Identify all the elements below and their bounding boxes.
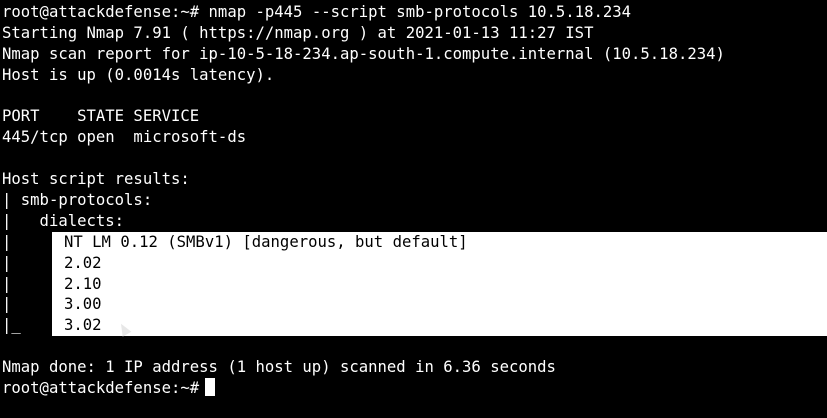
- output-start-line: Starting Nmap 7.91 ( https://nmap.org ) …: [2, 23, 594, 42]
- dialect-value: 2.02: [64, 253, 102, 272]
- dialect-row[interactable]: | 3.00: [0, 294, 827, 315]
- shell-prompt: root@attackdefense:~#: [2, 379, 200, 398]
- text-cursor: [205, 378, 216, 397]
- dialect-gutter: |: [2, 274, 12, 293]
- dialect-value: 3.02: [64, 316, 102, 335]
- dialect-row[interactable]: | 2.02: [0, 253, 827, 274]
- smb-protocols-line: | smb-protocols:: [2, 191, 153, 210]
- final-prompt-line[interactable]: root@attackdefense:~#: [0, 378, 827, 399]
- dialects-label-line: | dialects:: [2, 211, 125, 230]
- dialect-row[interactable]: | 2.10: [0, 274, 827, 295]
- port-table-header: PORT STATE SERVICE: [2, 107, 200, 126]
- dialect-value: NT LM 0.12 (SMBv1) [dangerous, but defau…: [64, 232, 468, 251]
- shell-prompt: root@attackdefense:~#: [2, 3, 200, 21]
- dialect-gutter: |: [2, 295, 12, 314]
- dialect-gutter: |_: [2, 316, 21, 335]
- dialect-value: 3.00: [64, 295, 102, 314]
- dialect-gutter: |: [2, 253, 12, 272]
- nmap-done-line: Nmap done: 1 IP address (1 host up) scan…: [2, 358, 556, 377]
- command-line: root@attackdefense:~# nmap -p445 --scrip…: [0, 2, 827, 23]
- dialect-gutter: |: [2, 232, 12, 251]
- command-text: nmap -p445 --script smb-protocols 10.5.1…: [199, 3, 632, 21]
- output-report-line: Nmap scan report for ip-10-5-18-234.ap-s…: [2, 44, 725, 63]
- port-table-row: 445/tcp open microsoft-ds: [2, 128, 247, 147]
- host-script-results-line: Host script results:: [2, 170, 190, 189]
- output-host-up-line: Host is up (0.0014s latency).: [2, 65, 275, 84]
- dialect-value: 2.10: [64, 274, 102, 293]
- terminal-window[interactable]: root@attackdefense:~# nmap -p445 --scrip…: [0, 0, 827, 418]
- dialect-row[interactable]: | NT LM 0.12 (SMBv1) [dangerous, but defa…: [0, 232, 827, 253]
